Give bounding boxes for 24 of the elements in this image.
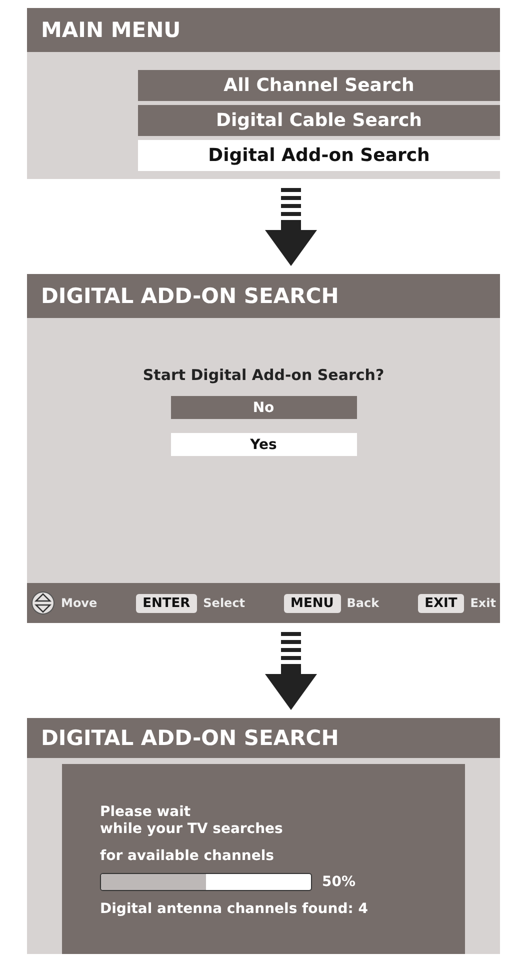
- menu-item[interactable]: Digital Add-on Search: [138, 140, 500, 171]
- message-text: while your TV searches: [100, 821, 284, 838]
- menu-item[interactable]: All Channel Search: [138, 70, 500, 101]
- dialog-option[interactable]: No: [170, 396, 356, 419]
- key-hint: Move: [61, 596, 98, 610]
- dialog-question: Start Digital Add-on Search?: [142, 366, 384, 384]
- screen-title: DIGITAL ADD-ON SEARCH: [41, 284, 339, 308]
- key-hint: Exit: [470, 596, 496, 610]
- key-hint: Back: [346, 596, 380, 610]
- menu-item[interactable]: Digital Cable Search: [138, 105, 500, 136]
- dialog-option[interactable]: Yes: [170, 433, 356, 456]
- down-arrow-icon: [265, 188, 317, 266]
- screen-title: DIGITAL ADD-ON SEARCH: [41, 726, 339, 750]
- key-label: ENTER: [136, 594, 198, 612]
- key-label: MENU: [284, 594, 341, 612]
- down-arrow-icon: [265, 632, 317, 710]
- progress-percent: 50%: [322, 874, 356, 890]
- channels-found-text: Digital antenna channels found: 4: [100, 901, 369, 918]
- message-text: for available channels: [100, 848, 276, 865]
- key-hint: Select: [203, 596, 246, 610]
- up-down-icon: [31, 591, 55, 615]
- key-label: EXIT: [418, 594, 464, 612]
- screen-title: MAIN MENU: [41, 18, 181, 42]
- message-text: Please wait: [100, 804, 192, 821]
